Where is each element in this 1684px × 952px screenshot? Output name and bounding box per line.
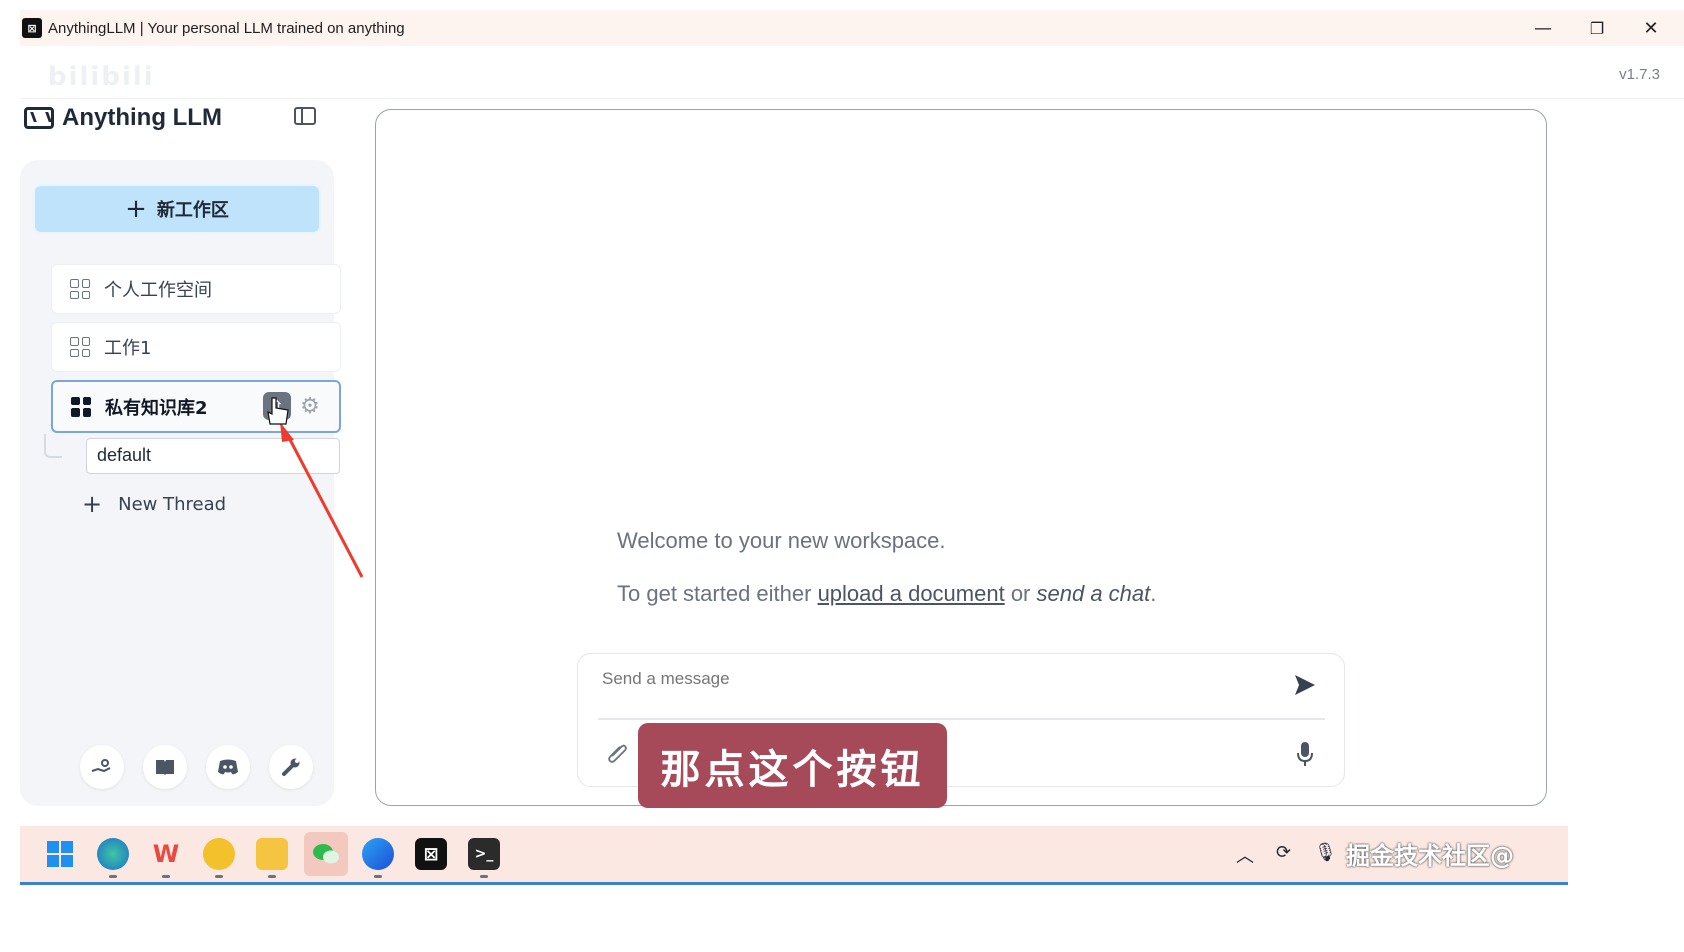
new-thread-label: New Thread [118,493,227,515]
juejin-watermark: 掘金技术社区@ [1346,842,1514,870]
new-workspace-button[interactable]: + 新工作区 [33,184,321,234]
file-explorer-icon[interactable] [256,838,288,878]
microphone-icon[interactable] [1296,740,1314,774]
workspace-item[interactable]: 工作1 [51,322,341,372]
os-taskbar: W ⊠ >_ ︿ ⟳ 🎙 掘金技术社区@ [20,826,1568,885]
wps-office-icon[interactable]: W [150,838,182,878]
workspace-grid-icon [70,279,90,299]
composer-divider [598,718,1325,720]
upload-icon[interactable]: ⇧ [263,392,291,420]
sidebar-panel: + 新工作区 [20,160,334,806]
workspace-grid-icon [71,396,91,417]
gear-icon[interactable]: ⚙ [297,393,323,419]
message-input[interactable] [600,668,1264,690]
minimize-button[interactable]: — [1516,10,1570,46]
workspace-label: 个人工作空间 [104,280,212,301]
feishu-icon[interactable] [362,838,394,878]
get-started-message: To get started either upload a document … [617,581,1156,607]
plus-icon: + [125,194,147,224]
windows-start-icon[interactable] [44,838,76,870]
upload-document-link[interactable]: upload a document [818,581,1005,606]
community-hub-icon[interactable] [80,745,124,789]
new-thread-button[interactable]: + New Thread [82,492,226,516]
get-started-prefix: To get started either [617,581,818,606]
chevron-up-icon[interactable]: ︿ [1236,842,1254,868]
workspace-item-active[interactable]: 私有知识库2 ⇧ ⚙ [51,380,341,433]
app-logo-icon: ⊠ [22,18,42,38]
anythingllm-taskbar-icon[interactable]: ⊠ [415,838,447,870]
send-icon[interactable] [1292,672,1318,705]
discord-icon[interactable] [206,745,250,789]
mic-tray-icon[interactable]: 🎙 [1314,842,1337,863]
plus-icon: + [82,490,103,518]
window-title: AnythingLLM | Your personal LLM trained … [48,19,405,37]
paperclip-icon[interactable] [599,740,632,773]
sync-icon[interactable]: ⟳ [1276,842,1291,863]
maximize-button[interactable]: ❐ [1570,10,1624,46]
app-bird-icon[interactable] [203,838,235,878]
thread-connector [44,434,62,458]
edge-browser-icon[interactable] [97,838,129,878]
workspace-actions: ⇧ ⚙ [263,392,323,420]
welcome-message: Welcome to your new workspace. [617,528,946,553]
brand-name: Anything LLM [62,104,222,131]
title-bar: ⊠ AnythingLLM | Your personal LLM traine… [20,10,1684,46]
workspace-label: 私有知识库2 [105,397,208,419]
send-chat-text: send a chat [1036,581,1151,606]
workspace-label: 工作1 [104,338,152,359]
thread-item-default[interactable]: default [86,438,340,474]
workspace-grid-icon [70,337,90,357]
sidebar-toggle-icon[interactable] [294,107,316,125]
brand-logo: Anything LLM [24,104,222,132]
new-workspace-label: 新工作区 [156,200,229,221]
close-button[interactable]: ✕ [1624,10,1678,46]
sidebar-footer [80,745,313,789]
period-text: . [1150,581,1157,606]
version-label: v1.7.3 [1619,66,1660,83]
anythingllm-logo-icon [24,107,54,129]
terminal-icon[interactable]: >_ [468,838,500,878]
docs-book-icon[interactable] [143,745,187,789]
workspace-item[interactable]: 个人工作空间 [51,264,341,314]
bilibili-watermark: bilibili [48,62,155,92]
settings-wrench-icon[interactable] [269,745,313,789]
header-strip: bilibili v1.7.3 [20,46,1684,99]
wechat-icon[interactable] [304,832,348,876]
video-caption: 那点这个按钮 [638,723,947,808]
or-text: or [1004,581,1037,606]
